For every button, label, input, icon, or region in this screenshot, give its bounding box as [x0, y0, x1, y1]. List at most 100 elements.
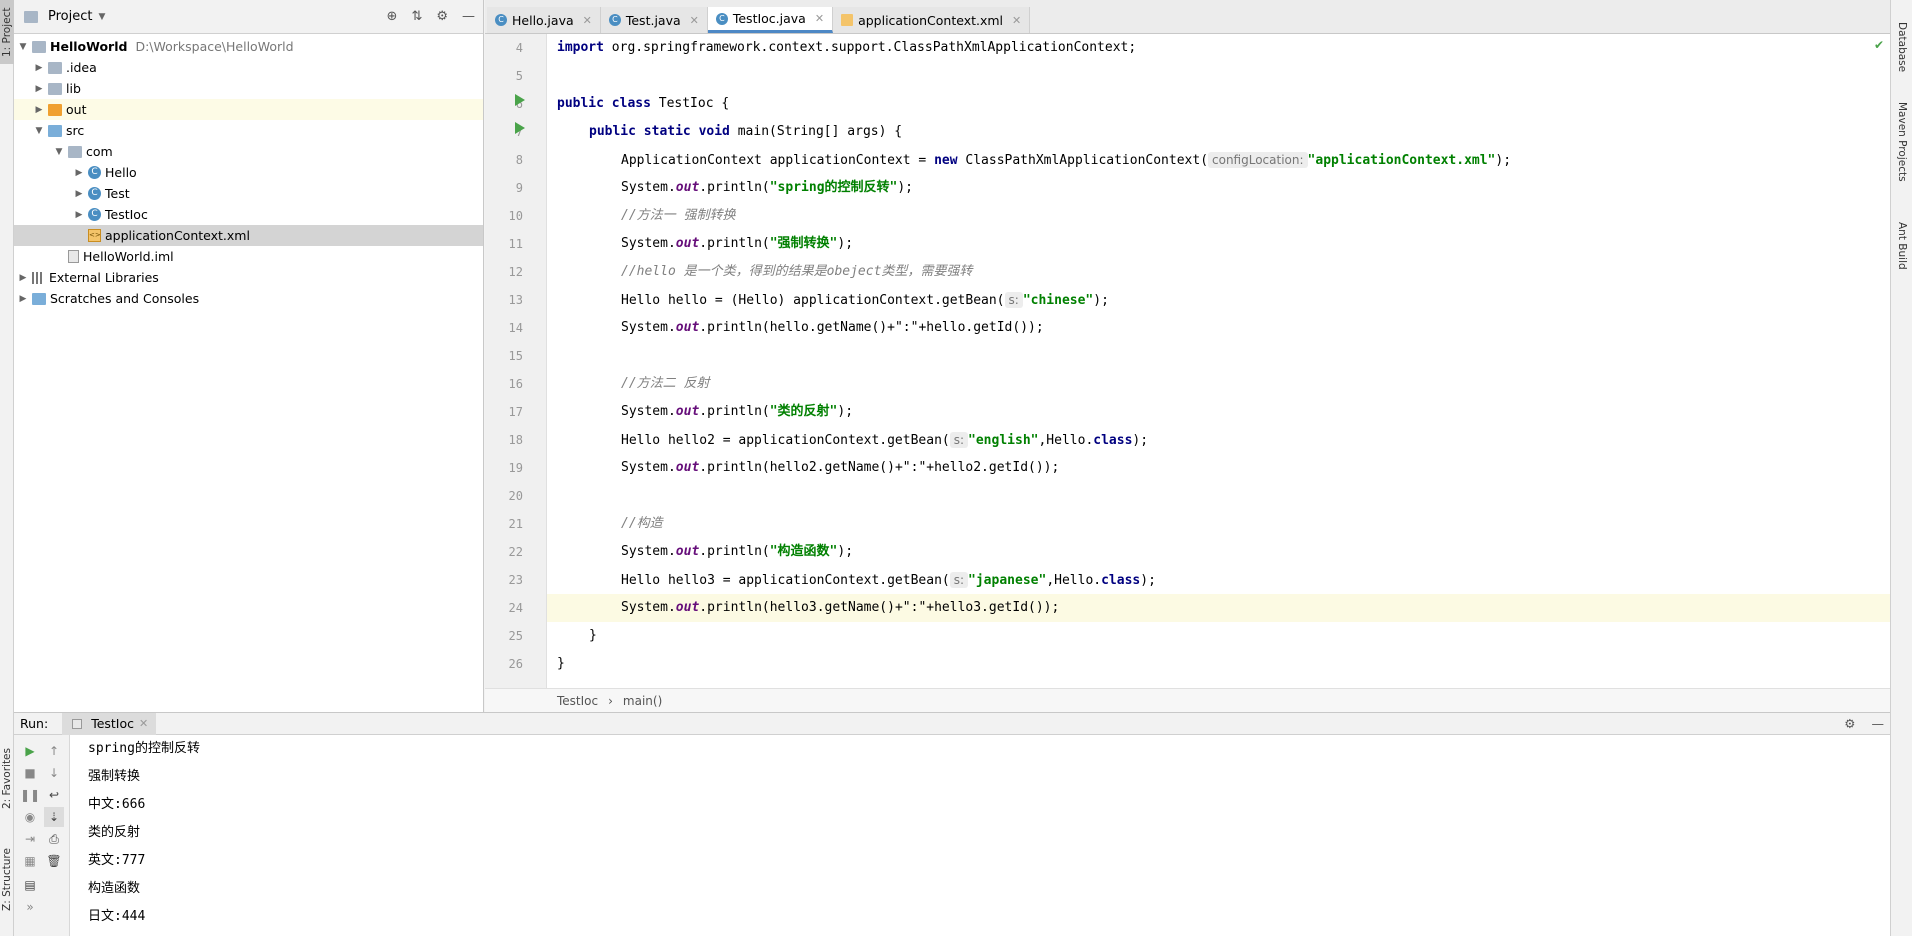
pause-icon[interactable]: ❚❚ [20, 785, 40, 805]
code-line: ApplicationContext applicationContext = … [621, 152, 1512, 168]
breadcrumb-method[interactable]: main() [623, 694, 662, 708]
code-area[interactable]: import org.springframework.context.suppo… [547, 34, 1890, 688]
layout-icon[interactable]: ▤ [20, 875, 40, 895]
tree-item-scratches[interactable]: ▶ Scratches and Consoles [14, 288, 483, 309]
ant-tool-tab[interactable]: Ant Build [1895, 222, 1909, 292]
close-icon[interactable]: ✕ [1012, 14, 1021, 27]
console-line: 类的反射 [88, 825, 141, 840]
tab-hello-java[interactable]: C Hello.java ✕ [487, 7, 601, 33]
favorites-tool-tab[interactable]: 2: Favorites [0, 735, 14, 823]
tree-item-label: com [86, 144, 113, 159]
class-icon: C [88, 187, 101, 200]
project-panel: Project ▼ ⊕ ⇅ ⚙ — ▼ HelloWorld D:\Worksp… [14, 0, 484, 712]
gear-icon[interactable]: ⚙ [436, 9, 448, 24]
tab-label: Test.java [625, 12, 681, 28]
tree-item-hello[interactable]: ▶ C Hello [14, 162, 483, 183]
chevron-right-icon[interactable]: ▶ [72, 210, 86, 220]
chevron-right-icon[interactable]: ▶ [72, 189, 86, 199]
project-view-icon [24, 10, 38, 23]
tree-item-label: Hello [105, 165, 137, 180]
line-number: 22 [508, 545, 523, 559]
chevron-right-icon[interactable]: ▶ [32, 84, 46, 94]
tree-item-com[interactable]: ▼ com [14, 141, 483, 162]
tab-applicationcontext-xml[interactable]: applicationContext.xml ✕ [833, 7, 1031, 33]
tree-item-applicationcontext[interactable]: <> applicationContext.xml [14, 225, 483, 246]
minimize-icon[interactable]: — [1872, 716, 1885, 731]
close-icon[interactable]: ✕ [139, 717, 148, 730]
package-icon [68, 145, 82, 158]
line-number: 19 [508, 461, 523, 475]
console-line: 日文:444 [88, 909, 146, 924]
code-line: //hello 是一个类，得到的结果是obeject类型，需要强转 [621, 264, 973, 279]
locate-icon[interactable]: ⊕ [387, 9, 398, 24]
breadcrumb-class[interactable]: TestIoc [557, 694, 598, 708]
code-line: Hello hello2 = applicationContext.getBea… [621, 432, 1149, 448]
database-tool-tab[interactable]: Database [1895, 22, 1909, 82]
chevron-right-icon[interactable]: ▶ [16, 273, 30, 283]
rerun-icon[interactable]: ▶ [20, 741, 40, 761]
chevron-down-icon[interactable]: ▼ [16, 42, 30, 52]
chevron-right-icon[interactable]: ▶ [32, 105, 46, 115]
code-editor[interactable]: 4 5 6 7 8 9 10 11 12 13 14 15 16 17 18 1… [485, 34, 1890, 688]
line-number: 12 [508, 265, 523, 279]
code-line: //方法二 反射 [621, 376, 710, 391]
chevron-down-icon[interactable]: ▼ [52, 147, 66, 157]
class-icon: C [495, 14, 507, 26]
project-tool-tab[interactable]: 1: Project [0, 0, 14, 64]
minimize-icon[interactable]: — [462, 9, 475, 24]
line-number: 16 [508, 377, 523, 391]
run-tab-testioc[interactable]: TestIoc ✕ [62, 712, 157, 735]
tree-item-testioc[interactable]: ▶ C TestIoc [14, 204, 483, 225]
login-icon[interactable]: ⇥ [20, 829, 40, 849]
code-line: System.out.println("spring的控制反转"); [621, 180, 914, 195]
run-toolbar: ▶ ↑ ■ ↓ ❚❚ ↩ ◉ ⇣ ⇥ ⎙ ▦ 🗑 ▤ » [14, 735, 70, 936]
project-panel-title[interactable]: Project [48, 9, 92, 24]
maven-tool-tab[interactable]: Maven Projects [1895, 102, 1909, 202]
tree-item-lib[interactable]: ▶ lib [14, 78, 483, 99]
line-number: 20 [508, 489, 523, 503]
more-icon[interactable]: » [20, 897, 40, 917]
tree-item-src[interactable]: ▼ src [14, 120, 483, 141]
code-line: Hello hello3 = applicationContext.getBea… [621, 572, 1156, 588]
restore-layout-icon[interactable]: ▦ [20, 851, 40, 871]
collapse-icon[interactable]: ⇅ [411, 9, 422, 24]
stop-icon[interactable]: ■ [20, 763, 40, 783]
tree-item-test[interactable]: ▶ C Test [14, 183, 483, 204]
class-icon: C [88, 166, 101, 179]
excluded-folder-icon [48, 103, 62, 116]
close-icon[interactable]: ✕ [690, 14, 699, 27]
tree-item-out[interactable]: ▶ out [14, 99, 483, 120]
close-icon[interactable]: ✕ [583, 14, 592, 27]
scroll-to-end-icon[interactable]: ⇣ [44, 807, 64, 827]
tab-test-java[interactable]: C Test.java ✕ [600, 7, 708, 33]
line-number: 17 [508, 405, 523, 419]
chevron-right-icon[interactable]: ▶ [32, 63, 46, 73]
structure-tool-tab[interactable]: Z: Structure [0, 835, 14, 925]
trash-icon[interactable]: 🗑 [44, 851, 64, 871]
arrow-up-icon[interactable]: ↑ [44, 741, 64, 761]
soft-wrap-icon[interactable]: ↩ [44, 785, 64, 805]
code-line: public static void main(String[] args) { [589, 124, 903, 139]
arrow-down-icon[interactable]: ↓ [44, 763, 64, 783]
project-path: D:\Workspace\HelloWorld [135, 39, 294, 54]
console-line: 构造函数 [88, 881, 141, 896]
chevron-down-icon[interactable]: ▼ [98, 12, 105, 22]
tree-item-external-libraries[interactable]: ▶ External Libraries [14, 267, 483, 288]
gear-icon[interactable]: ⚙ [1844, 716, 1855, 731]
tab-testioc-java[interactable]: C TestIoc.java ✕ [707, 7, 834, 33]
console-output[interactable]: spring的控制反转 强制转换 中文:666 类的反射 英文:777 构造函数… [88, 735, 1860, 936]
run-gutter-icon[interactable] [515, 122, 525, 134]
close-icon[interactable]: ✕ [815, 12, 824, 25]
camera-icon[interactable]: ◉ [20, 807, 40, 827]
chevron-right-icon[interactable]: ▶ [16, 294, 30, 304]
tree-item-idea[interactable]: ▶ .idea [14, 57, 483, 78]
run-label: Run: [20, 716, 49, 731]
chevron-right-icon[interactable]: ▶ [72, 168, 86, 178]
tree-item-iml[interactable]: HelloWorld.iml [14, 246, 483, 267]
line-number: 18 [508, 433, 523, 447]
print-icon[interactable]: ⎙ [44, 829, 64, 849]
run-gutter-icon[interactable] [515, 94, 525, 106]
chevron-down-icon[interactable]: ▼ [32, 126, 46, 136]
class-icon: C [608, 14, 621, 26]
tree-item-helloworld[interactable]: ▼ HelloWorld D:\Workspace\HelloWorld [14, 36, 483, 57]
